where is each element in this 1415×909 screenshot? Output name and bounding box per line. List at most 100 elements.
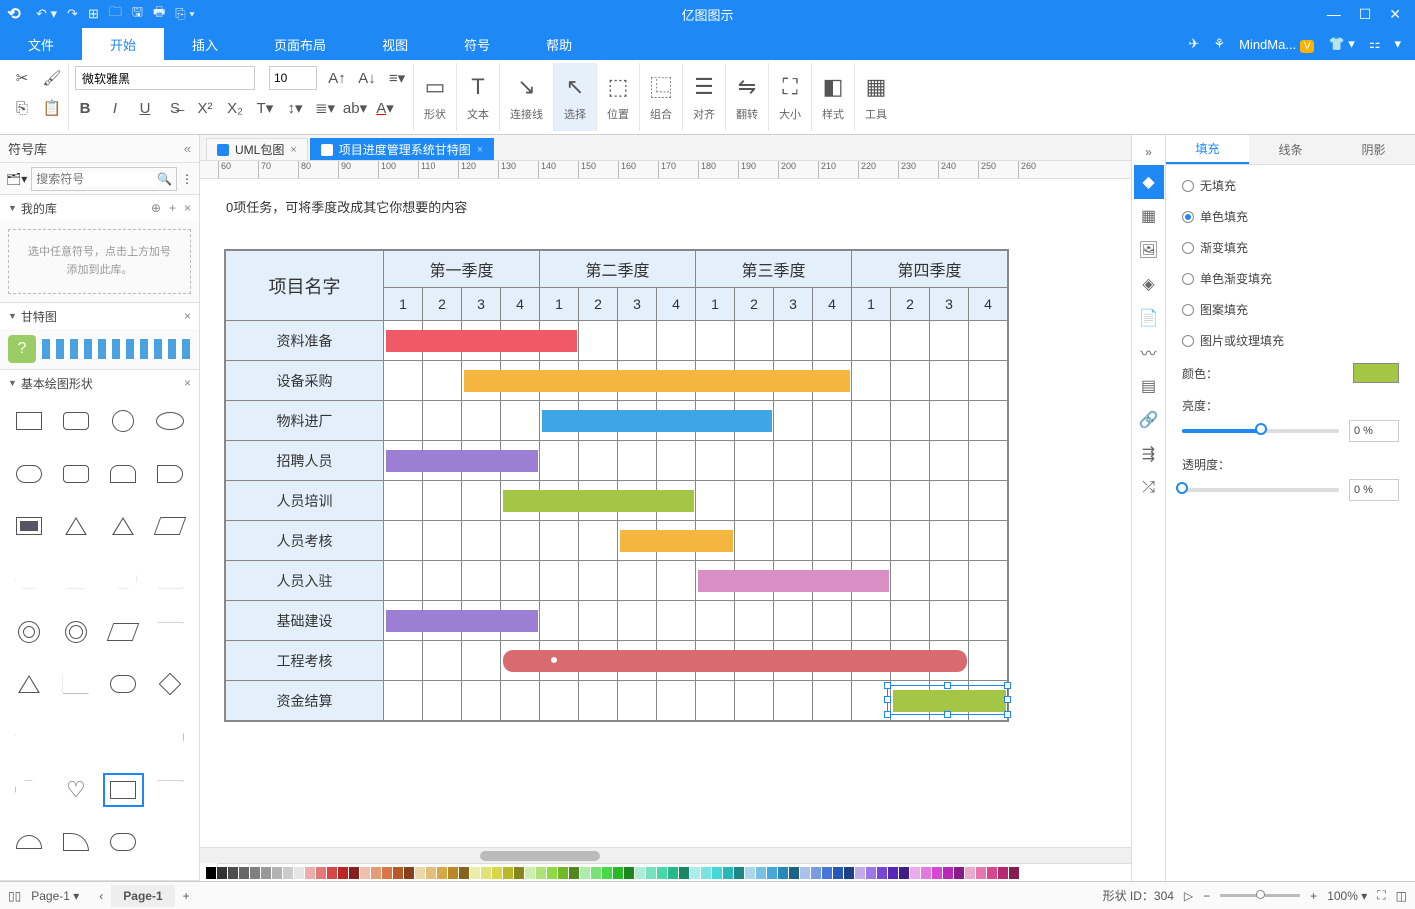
shape-hex[interactable] [8,562,49,596]
add-lib-icon[interactable]: ⊕ [151,201,161,215]
palette-swatch[interactable] [899,867,909,879]
doc-tab-2[interactable]: 项目进度管理系统甘特图× [310,138,494,160]
subscript-icon[interactable]: X₂ [225,98,245,118]
palette-swatch[interactable] [679,867,689,879]
palette-swatch[interactable] [404,867,414,879]
palette-swatch[interactable] [822,867,832,879]
palette-swatch[interactable] [789,867,799,879]
palette-swatch[interactable] [305,867,315,879]
palette-swatch[interactable] [470,867,480,879]
palette-swatch[interactable] [602,867,612,879]
collapse-ribbon-icon[interactable]: ▾ [1394,36,1401,52]
line-height-icon[interactable]: ↕▾ [285,98,305,118]
shape-ring2[interactable] [55,615,96,649]
palette-swatch[interactable] [976,867,986,879]
page-select[interactable]: Page-1 ▾ [31,889,79,903]
menu-file[interactable]: 文件 [0,28,82,60]
share-icon[interactable]: ⚘ [1213,36,1225,52]
shape-tri3[interactable] [8,667,49,701]
save-icon[interactable]: 🖫 [132,3,143,25]
palette-swatch[interactable] [800,867,810,879]
tab-fill[interactable]: 填充 [1166,135,1249,164]
shape-selected-square[interactable] [103,773,144,807]
brightness-slider[interactable] [1182,429,1339,433]
palette-swatch[interactable] [657,867,667,879]
group-button[interactable]: ⿺组合 [640,63,683,131]
radio-solid[interactable]: 单色填充 [1182,208,1399,225]
palette-swatch[interactable] [778,867,788,879]
palette-swatch[interactable] [877,867,887,879]
tab-line[interactable]: 线条 [1249,135,1332,164]
layers-tool-icon[interactable]: ◈ [1134,267,1164,301]
plus-icon[interactable]: + [169,201,176,215]
radio-pattern[interactable]: 图案填充 [1182,301,1399,318]
more-icon[interactable]: ⋮ [181,172,193,186]
shape-rnd3[interactable] [103,457,144,491]
palette-swatch[interactable] [536,867,546,879]
add-page-icon[interactable]: + [183,889,190,903]
gantt-section-header[interactable]: ▼甘特图× [0,303,199,329]
palette-swatch[interactable] [745,867,755,879]
zoom-out-icon[interactable]: − [1203,889,1210,903]
close-gantt-icon[interactable]: × [184,309,191,323]
shape-semic[interactable] [8,825,49,859]
style-button[interactable]: ◧样式 [812,63,855,131]
bullets-icon[interactable]: ≣▾ [315,98,335,118]
radio-gradient[interactable]: 渐变填充 [1182,239,1399,256]
shape-cross[interactable] [8,773,49,807]
palette-swatch[interactable] [481,867,491,879]
link-tool-icon[interactable]: 🔗 [1134,403,1164,437]
image-tool-icon[interactable]: 🖼 [1134,233,1164,267]
mindmaster-link[interactable]: MindMa... V [1239,37,1314,52]
collapse-left-icon[interactable]: « [184,141,191,156]
palette-swatch[interactable] [426,867,436,879]
palette-swatch[interactable] [525,867,535,879]
palette-swatch[interactable] [382,867,392,879]
palette-swatch[interactable] [349,867,359,879]
shape-rtri[interactable] [55,667,96,701]
shape-cap2[interactable] [103,825,144,859]
shape-hept[interactable] [103,720,144,754]
palette-swatch[interactable] [272,867,282,879]
palette-swatch[interactable] [503,867,513,879]
shape-diam[interactable] [150,667,191,701]
shape-dshap[interactable] [150,457,191,491]
palette-swatch[interactable] [217,867,227,879]
palette-swatch[interactable] [767,867,777,879]
present-icon[interactable]: ▷ [1184,889,1193,903]
palette-swatch[interactable] [910,867,920,879]
send-icon[interactable]: ✈ [1189,36,1200,52]
select-button[interactable]: ↖选择 [554,63,597,131]
palette-swatch[interactable] [712,867,722,879]
radio-nofill[interactable]: 无填充 [1182,177,1399,194]
shape-para2[interactable] [103,615,144,649]
palette-swatch[interactable] [492,867,502,879]
palette-swatch[interactable] [250,867,260,879]
connector-button[interactable]: ↘连接线 [500,63,554,131]
shape-rect[interactable] [8,404,49,438]
palette-swatch[interactable] [228,867,238,879]
random-tool-icon[interactable]: ⤮ [1134,471,1164,505]
gantt-chart[interactable]: 项目名字第一季度第二季度第三季度第四季度1234123412341234资料准备… [224,249,1009,722]
color-swatch[interactable] [1353,363,1399,383]
palette-swatch[interactable] [569,867,579,879]
gantt-shape-row[interactable]: ? [0,329,199,369]
palette-swatch[interactable] [239,867,249,879]
radio-texture[interactable]: 图片或纹理填充 [1182,332,1399,349]
palette-swatch[interactable] [448,867,458,879]
zoom-label[interactable]: 100% ▾ [1327,889,1367,903]
palette-swatch[interactable] [261,867,271,879]
shape-rndrect[interactable] [55,404,96,438]
shape-trap[interactable] [150,562,191,596]
canvas[interactable]: 0项任务，可将季度改成其它你想要的内容 项目名字第一季度第二季度第三季度第四季度… [200,179,1131,847]
palette-swatch[interactable] [591,867,601,879]
size-button[interactable]: ⛶大小 [769,63,812,131]
palette-swatch[interactable] [833,867,843,879]
new-icon[interactable]: ⊞ [88,6,99,22]
fit-width-icon[interactable]: ◫ [1396,889,1407,903]
font-shrink-icon[interactable]: A↓ [357,68,377,88]
shape-pent2[interactable] [8,720,49,754]
palette-swatch[interactable] [316,867,326,879]
flip-button[interactable]: ⇋翻转 [726,63,769,131]
shape-ring[interactable] [8,615,49,649]
